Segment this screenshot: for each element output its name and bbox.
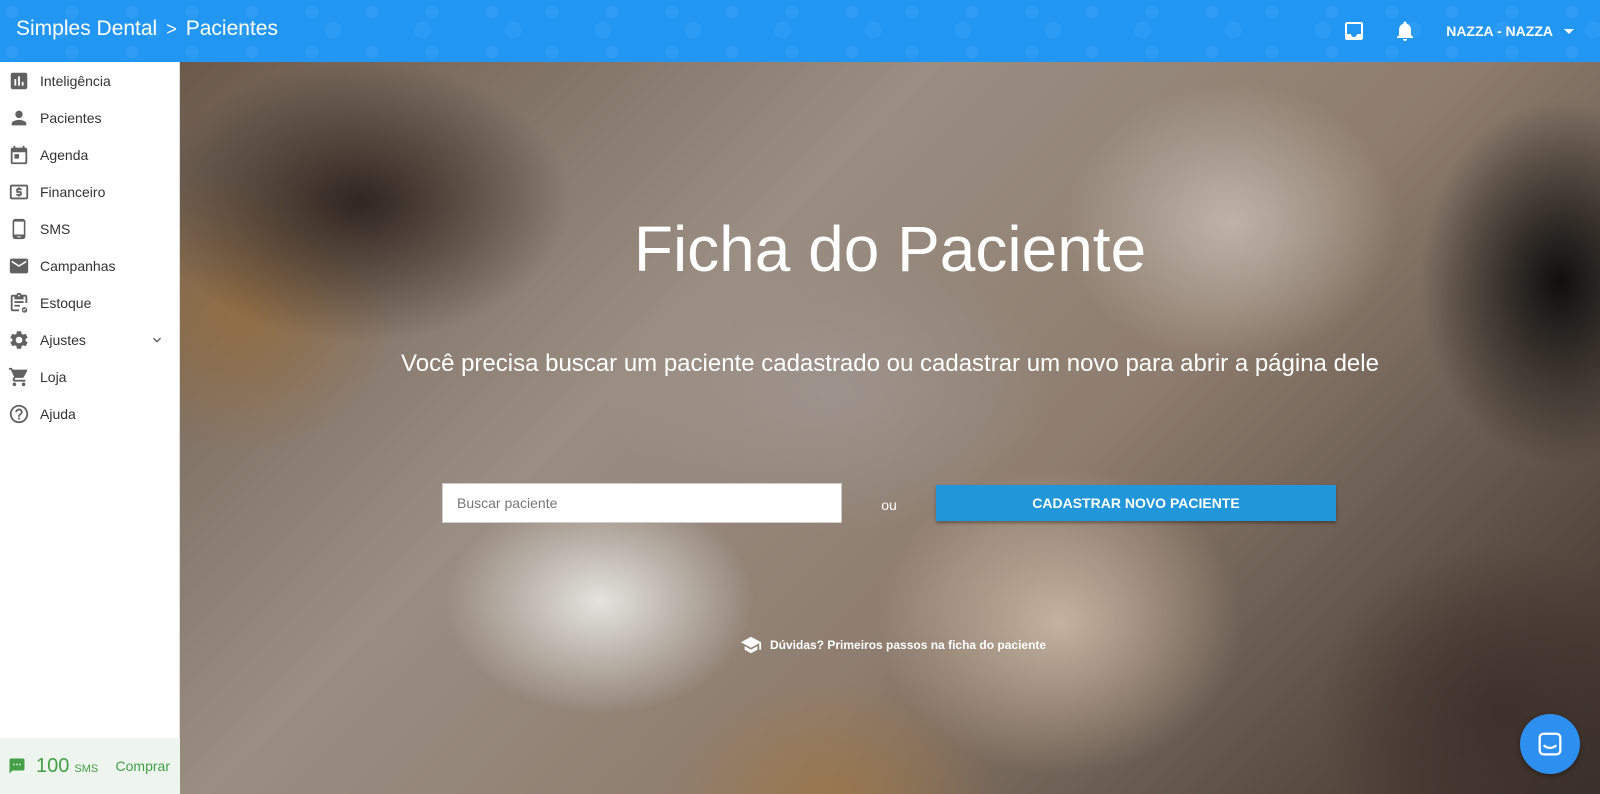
sidebar-item-label: SMS [40,220,71,237]
phone-icon [12,218,26,239]
calendar-icon [10,145,28,164]
buy-sms-button[interactable]: Comprar [116,758,170,774]
sms-balance: 100 SMS Comprar [0,738,180,794]
bar-chart-icon [10,72,28,89]
sidebar-item-label: Financeiro [40,183,106,200]
page-title: Ficha do Paciente [633,213,1147,285]
sidebar-item-label: Campanhas [40,257,116,274]
sidebar-item-financeiro[interactable]: Financeiro [0,173,179,210]
help-icon [9,404,29,423]
caret-down-icon [1564,28,1574,34]
sidebar-item-label: Estoque [40,294,92,311]
message-icon [9,758,25,774]
help-link-label: Dúvidas? Primeiros passos na ficha do pa… [770,638,1047,652]
or-label: ou [881,497,897,513]
inbox-icon[interactable] [1342,19,1366,43]
search-row: ou CADASTRAR NOVO PACIENTE [442,483,1336,523]
sidebar-item-ajuda[interactable]: Ajuda [0,395,179,432]
page-subtitle: Você precisa buscar um paciente cadastra… [401,350,1379,377]
search-patient-input[interactable] [442,483,842,523]
clipboard-icon [10,292,28,313]
sidebar-item-estoque[interactable]: Estoque [0,284,179,321]
sidebar-item-label: Pacientes [40,109,102,126]
sidebar-item-agenda[interactable]: Agenda [0,136,179,173]
top-actions: NAZZA - NAZZA [1342,0,1600,62]
sms-unit: SMS [74,763,99,775]
breadcrumb-separator: > [166,18,177,39]
user-name: NAZZA - NAZZA [1446,23,1553,39]
cart-icon [8,367,28,386]
user-menu[interactable]: NAZZA - NAZZA [1446,23,1574,39]
sms-count: 100 [36,754,70,777]
sidebar-item-label: Ajuda [40,405,76,422]
top-app-bar: Simples Dental > Pacientes NAZZA - NAZZA [0,0,1600,62]
gear-icon [10,330,28,349]
sidebar-item-label: Agenda [40,146,89,163]
chevron-down-icon[interactable] [149,332,165,348]
sidebar-item-campanhas[interactable]: Campanhas [0,247,179,284]
mail-icon [9,258,29,273]
sidebar: Inteligência Pacientes Agenda Financeiro… [0,62,180,794]
sidebar-item-inteligencia[interactable]: Inteligência [0,62,179,99]
sidebar-item-label: Ajustes [40,331,86,348]
breadcrumb-page-name: Pacientes [185,17,278,40]
bell-icon[interactable] [1393,19,1417,43]
money-icon [9,184,29,199]
graduation-cap-icon [740,636,762,654]
help-link[interactable]: Dúvidas? Primeiros passos na ficha do pa… [740,634,1046,656]
new-patient-button[interactable]: CADASTRAR NOVO PACIENTE [936,485,1336,521]
sidebar-item-ajustes[interactable]: Ajustes [0,321,179,358]
chat-launcher-button[interactable] [1520,714,1580,774]
sidebar-item-pacientes[interactable]: Pacientes [0,99,179,136]
sidebar-item-sms[interactable]: SMS [0,210,179,247]
breadcrumb: Simples Dental > Pacientes [16,17,278,41]
chat-icon [1538,732,1562,756]
hero-background: Ficha do Paciente Você precisa buscar um… [180,62,1600,794]
sidebar-item-label: Loja [40,368,67,385]
sidebar-item-loja[interactable]: Loja [0,358,179,395]
breadcrumb-app-name[interactable]: Simples Dental [16,17,157,41]
sidebar-item-label: Inteligência [40,72,111,89]
person-icon [11,110,27,125]
